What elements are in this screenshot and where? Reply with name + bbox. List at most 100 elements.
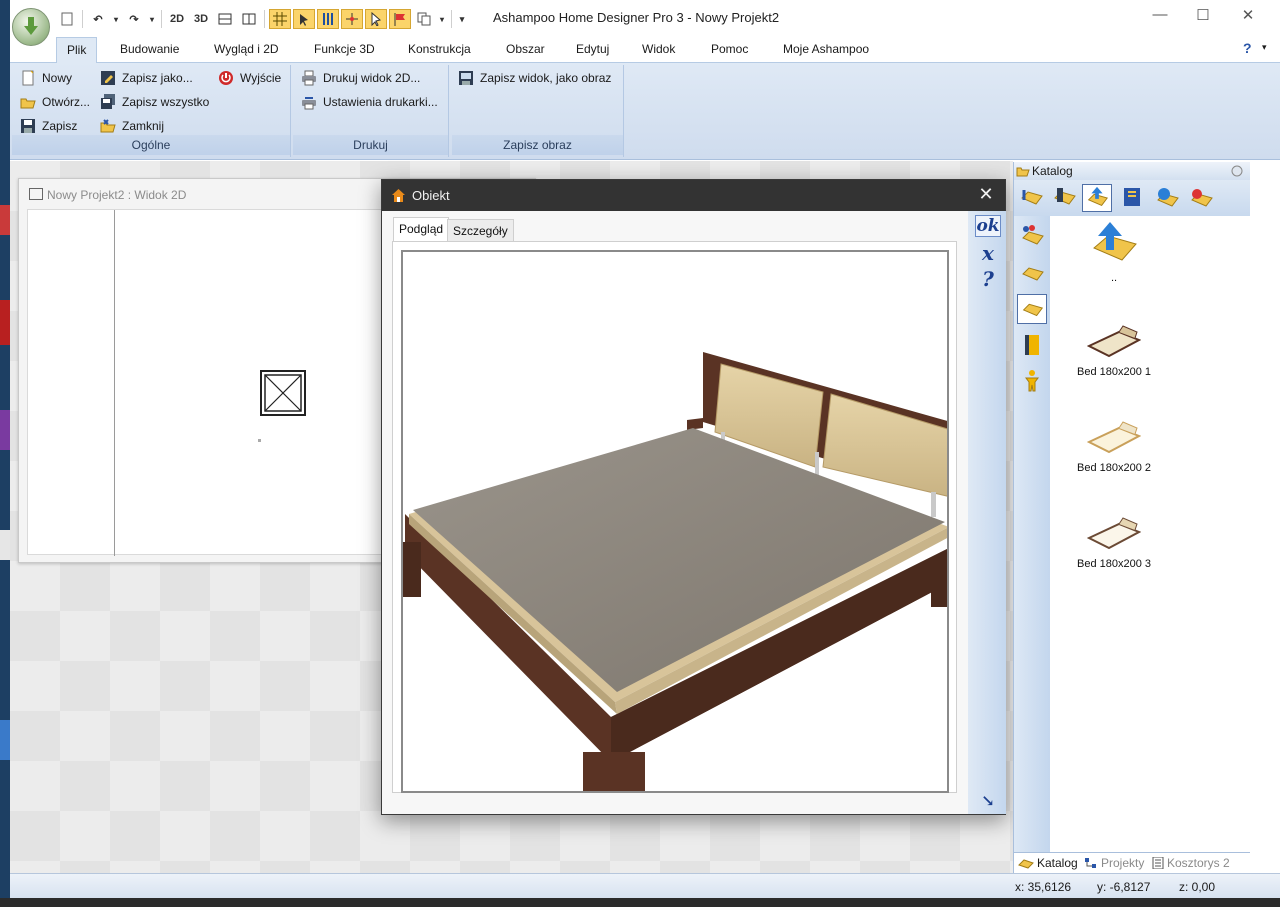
copy-dropdown-icon[interactable]: ▾ — [437, 9, 447, 29]
columns-icon[interactable] — [317, 9, 339, 29]
tab-szczegoly[interactable]: Szczegóły — [447, 219, 514, 241]
catalog-up-item[interactable]: .. — [1064, 220, 1164, 284]
printer-settings-button[interactable]: Ustawienia drukarki... — [301, 94, 438, 110]
save-as-button[interactable]: Zapisz jako... — [100, 70, 193, 86]
copy-icon[interactable] — [413, 9, 435, 29]
split-horizontal-icon[interactable] — [214, 9, 236, 29]
redo-icon[interactable]: ↷ — [123, 9, 145, 29]
tab-pomoc[interactable]: Pomoc — [711, 42, 748, 56]
save-image-icon — [458, 70, 474, 86]
projects-tree-icon — [1085, 858, 1096, 868]
catalog-item[interactable]: Bed 180x200 1 — [1064, 324, 1164, 378]
cursor-icon[interactable] — [365, 9, 387, 29]
undo-dropdown-icon[interactable]: ▾ — [111, 9, 121, 29]
redo-dropdown-icon[interactable]: ▾ — [147, 9, 157, 29]
catalog-item[interactable]: Bed 180x200 2 — [1064, 420, 1164, 474]
house-icon — [392, 189, 405, 202]
catalog-book-icon[interactable] — [1118, 184, 1148, 212]
print-2d-button[interactable]: Drukuj widok 2D... — [301, 70, 420, 86]
close-window-button[interactable]: ✕ — [1228, 6, 1268, 28]
pin-icon[interactable] — [1230, 164, 1244, 178]
save-all-icon — [100, 94, 116, 110]
customize-toolbar-icon[interactable]: ▾ — [456, 9, 468, 29]
tab-projekty[interactable]: Projekty — [1084, 856, 1144, 870]
help-dropdown-icon[interactable]: ▾ — [1262, 42, 1267, 53]
open-button[interactable]: Otwórz... — [20, 94, 90, 110]
cancel-button[interactable]: x — [975, 241, 1001, 265]
2d-view-icon[interactable]: 2D — [166, 9, 188, 29]
catalog-bottom-tabs: Katalog Projekty Kosztorys 2 — [1014, 852, 1250, 873]
exit-button[interactable]: Wyjście — [218, 70, 281, 86]
catalog-globe-icon[interactable] — [1152, 184, 1182, 212]
printer-settings-icon — [301, 94, 317, 110]
tab-edytuj[interactable]: Edytuj — [576, 42, 609, 56]
split-vertical-icon[interactable] — [238, 9, 260, 29]
save-view-as-image-button[interactable]: Zapisz widok, jako obraz — [458, 70, 611, 86]
coord-y: y: -6,8127 — [1097, 880, 1151, 894]
view-2d-title: Nowy Projekt2 : Widok 2D — [47, 188, 187, 202]
tab-podglad[interactable]: Podgląd — [393, 217, 450, 242]
close-project-button[interactable]: Zamknij — [100, 118, 164, 134]
3d-preview[interactable] — [401, 250, 949, 793]
category-folder-icon[interactable] — [1017, 256, 1047, 286]
bed-thumbnail-icon — [1087, 517, 1141, 550]
object-placeholder-symbol[interactable] — [260, 370, 306, 416]
new-button[interactable]: Nowy — [20, 70, 72, 86]
minimize-button[interactable]: — — [1140, 6, 1180, 28]
tab-widok[interactable]: Widok — [642, 42, 675, 56]
save-button[interactable]: Zapisz — [20, 118, 77, 134]
catalog-toolbar — [1014, 180, 1250, 216]
tab-moje-ashampoo[interactable]: Moje Ashampoo — [783, 42, 869, 56]
status-bar: x: 35,6126 y: -6,8127 z: 0,00 — [10, 873, 1280, 898]
group-ogolne: Nowy Otwórz... Zapisz Zapisz jako... Zap… — [12, 65, 291, 157]
tab-funkcje-3d[interactable]: Funkcje 3D — [314, 42, 375, 56]
help-icon[interactable]: ? — [1243, 40, 1252, 56]
plan-view-icon — [29, 188, 43, 200]
help-button[interactable]: ? — [975, 267, 1001, 291]
ok-button[interactable]: ok — [975, 215, 1001, 237]
category-person-icon[interactable] — [1017, 366, 1047, 396]
catalog-panel: Katalog .. Bed 180x200 1 Bed 180x200 2 B… — [1013, 162, 1250, 873]
category-book-icon[interactable] — [1017, 330, 1047, 360]
floppy-disk-icon — [20, 118, 36, 134]
tab-obszar[interactable]: Obszar — [506, 42, 545, 56]
grid-icon[interactable] — [269, 9, 291, 29]
catalog-category-sidebar — [1014, 216, 1050, 856]
save-as-icon — [100, 70, 116, 86]
new-document-icon[interactable] — [56, 9, 78, 29]
catalog-up-folder-icon[interactable] — [1082, 184, 1112, 212]
group-label-drukuj: Drukuj — [293, 135, 448, 155]
dialog-close-button[interactable]: ✕ — [975, 184, 997, 206]
tab-budowanie[interactable]: Budowanie — [120, 42, 179, 56]
flag-icon[interactable] — [389, 9, 411, 29]
download-arrow-icon — [24, 17, 38, 35]
save-all-button[interactable]: Zapisz wszystko — [100, 94, 209, 110]
ribbon-tabs: Plik Budowanie Wygląd i 2D Funkcje 3D Ko… — [10, 37, 1280, 64]
catalog-door-icon[interactable] — [1049, 184, 1079, 212]
bed-thumbnail-icon — [1087, 421, 1141, 454]
tab-katalog[interactable]: Katalog — [1018, 856, 1078, 870]
maximize-button[interactable]: ☐ — [1183, 6, 1223, 28]
catalog-folder-icon[interactable] — [1016, 184, 1046, 212]
tab-wyglad-2d[interactable]: Wygląd i 2D — [214, 42, 279, 56]
bed-thumbnail-icon — [1087, 325, 1141, 358]
catalog-header: Katalog — [1014, 162, 1250, 180]
application-menu-button[interactable] — [12, 8, 50, 46]
tab-konstrukcja[interactable]: Konstrukcja — [408, 42, 471, 56]
tab-kosztorys[interactable]: Kosztorys 2 — [1152, 856, 1230, 870]
snap-icon[interactable] — [341, 9, 363, 29]
catalog-item[interactable]: Bed 180x200 3 — [1064, 516, 1164, 570]
tab-plik[interactable]: Plik — [56, 37, 98, 64]
resize-icon[interactable]: ↘ — [975, 791, 1001, 813]
coord-x: x: 35,6126 — [1015, 880, 1072, 894]
catalog-favorites-icon[interactable] — [1186, 184, 1216, 212]
category-folder-selected-icon[interactable] — [1017, 294, 1047, 324]
close-folder-icon — [100, 118, 116, 134]
pointer-grid-icon[interactable] — [293, 9, 315, 29]
3d-view-icon[interactable]: 3D — [190, 9, 212, 29]
coord-z: z: 0,00 — [1179, 880, 1216, 894]
right-edge — [1250, 162, 1280, 873]
undo-icon[interactable]: ↶ — [87, 9, 109, 29]
up-folder-icon — [1093, 222, 1137, 261]
category-people-icon[interactable] — [1017, 220, 1047, 250]
